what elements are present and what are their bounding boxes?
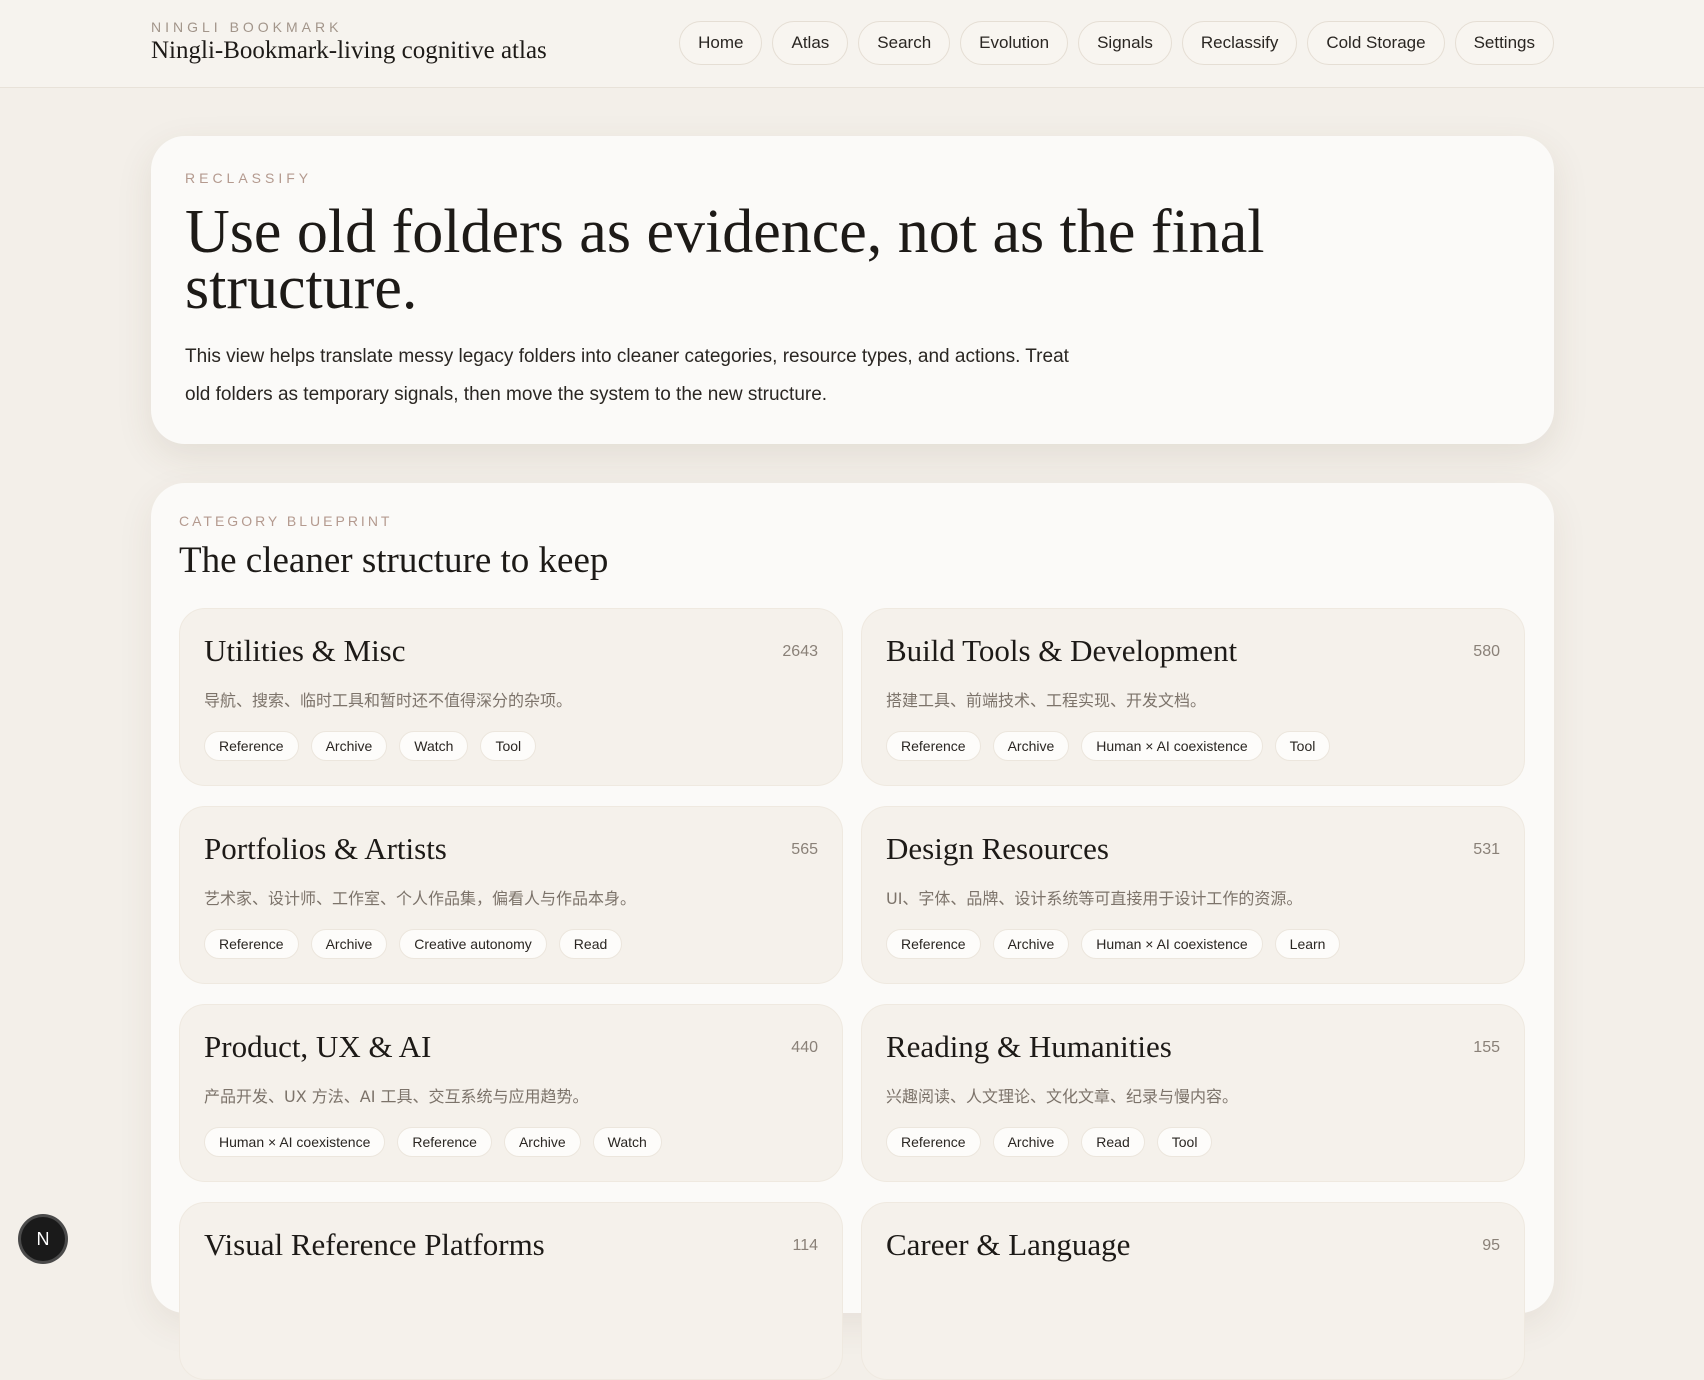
category-tags: Reference Archive Human × AI coexistence Le… (886, 929, 1500, 959)
category-count: 440 (791, 1039, 818, 1056)
category-tag[interactable]: Reference (886, 731, 981, 761)
category-card[interactable]: Career & Language 95 (861, 1202, 1525, 1380)
category-description: 导航、搜索、临时工具和暂时还不值得深分的杂项。 (204, 691, 573, 710)
category-blueprint-panel: CATEGORY BLUEPRINT The cleaner structure… (151, 483, 1554, 1380)
blueprint-kicker: CATEGORY BLUEPRINT (179, 513, 393, 529)
category-tag[interactable]: Archive (310, 929, 388, 959)
category-count: 95 (1482, 1237, 1500, 1254)
category-tag[interactable]: Human × AI coexistence (204, 1127, 386, 1157)
nav-signals[interactable]: Signals (1078, 21, 1172, 65)
category-tags: Reference Archive Creative autonomy Read (204, 929, 818, 959)
category-card[interactable]: Portfolios & Artists 565 艺术家、设计师、工作室、个人作品集… (179, 806, 843, 984)
category-tag[interactable]: Watch (399, 731, 469, 761)
category-tags: Reference Archive Read Tool (886, 1127, 1500, 1157)
category-tag[interactable]: Human × AI coexistence (1081, 929, 1263, 959)
category-description: 产品开发、UX 方法、AI 工具、交互系统与应用趋势。 (204, 1087, 589, 1106)
top-bar: NINGLI BOOKMARK Ningli-Bookmark-living c… (0, 0, 1704, 88)
category-title: Career & Language (886, 1227, 1131, 1262)
main-nav: Home Atlas Search Evolution Signals Recl… (679, 21, 1554, 65)
category-title: Visual Reference Platforms (204, 1227, 545, 1262)
nav-search[interactable]: Search (858, 21, 951, 65)
category-card[interactable]: Product, UX & AI 440 产品开发、UX 方法、AI 工具、交互系统… (179, 1004, 843, 1182)
category-count: 565 (791, 841, 818, 858)
category-tag[interactable]: Archive (992, 731, 1070, 761)
category-description: 艺术家、设计师、工作室、个人作品集，偏看人与作品本身。 (204, 889, 637, 908)
brand-kicker: NINGLI BOOKMARK (151, 19, 343, 35)
category-tag[interactable]: Tool (1274, 731, 1331, 761)
hero-kicker: RECLASSIFY (185, 170, 313, 186)
category-tag[interactable]: Archive (992, 1127, 1070, 1157)
nav-home[interactable]: Home (679, 21, 763, 65)
hero-panel: RECLASSIFY Use old folders as evidence, … (151, 136, 1554, 444)
category-tag[interactable]: Watch (592, 1127, 662, 1157)
category-tag[interactable]: Archive (992, 929, 1070, 959)
category-tag[interactable]: Creative autonomy (399, 929, 547, 959)
category-tag[interactable]: Human × AI coexistence (1081, 731, 1263, 761)
category-tag[interactable]: Read (558, 929, 623, 959)
category-title: Product, UX & AI (204, 1029, 432, 1064)
category-tag[interactable]: Archive (503, 1127, 581, 1157)
category-title: Reading & Humanities (886, 1029, 1172, 1064)
category-grid: Utilities & Misc 2643 导航、搜索、临时工具和暂时还不值得深分的… (179, 608, 1526, 1380)
category-title: Design Resources (886, 831, 1109, 866)
category-description: 搭建工具、前端技术、工程实现、开发文档。 (886, 691, 1207, 710)
category-tags: Human × AI coexistence Reference Archive Wa… (204, 1127, 818, 1157)
category-description: 兴趣阅读、人文理论、文化文章、纪录与慢内容。 (886, 1087, 1239, 1106)
hero-description: This view helps translate messy legacy f… (185, 346, 1069, 405)
category-count: 580 (1473, 643, 1500, 660)
category-tag[interactable]: Tool (480, 731, 537, 761)
category-card[interactable]: Reading & Humanities 155 兴趣阅读、人文理论、文化文章、纪录… (861, 1004, 1525, 1182)
category-description: UI、字体、品牌、设计系统等可直接用于设计工作的资源。 (886, 889, 1303, 908)
category-card[interactable]: Visual Reference Platforms 114 (179, 1202, 843, 1380)
category-tag[interactable]: Reference (886, 929, 981, 959)
nav-atlas[interactable]: Atlas (772, 21, 849, 65)
nav-reclassify[interactable]: Reclassify (1181, 21, 1298, 65)
category-tags: Reference Archive Human × AI coexistence To… (886, 731, 1500, 761)
nav-cold-storage[interactable]: Cold Storage (1307, 21, 1445, 65)
nav-settings[interactable]: Settings (1454, 21, 1554, 65)
nav-evolution[interactable]: Evolution (960, 21, 1069, 65)
category-count: 531 (1473, 841, 1500, 858)
dev-tools-badge[interactable]: N (21, 1217, 65, 1261)
blueprint-title: The cleaner structure to keep (179, 540, 609, 581)
category-tags: Reference Archive Watch Tool (204, 731, 818, 761)
category-title: Utilities & Misc (204, 633, 406, 668)
category-card[interactable]: Design Resources 531 UI、字体、品牌、设计系统等可直接用于设计… (861, 806, 1525, 984)
category-title: Portfolios & Artists (204, 831, 447, 866)
category-count: 114 (792, 1237, 818, 1254)
hero-title: Use old folders as evidence, not as the … (185, 198, 1265, 322)
category-tag[interactable]: Tool (1156, 1127, 1213, 1157)
category-tag[interactable]: Reference (886, 1127, 981, 1157)
category-tag[interactable]: Archive (310, 731, 388, 761)
category-tag[interactable]: Learn (1274, 929, 1341, 959)
category-tag[interactable]: Reference (204, 929, 299, 959)
category-card[interactable]: Utilities & Misc 2643 导航、搜索、临时工具和暂时还不值得深分的… (179, 608, 843, 786)
category-card[interactable]: Build Tools & Development 580 搭建工具、前端技术、工程… (861, 608, 1525, 786)
category-title: Build Tools & Development (886, 633, 1238, 668)
category-count: 2643 (782, 643, 818, 660)
category-tag[interactable]: Reference (397, 1127, 492, 1157)
category-tag[interactable]: Read (1081, 1127, 1145, 1157)
category-count: 155 (1473, 1039, 1500, 1056)
brand-title[interactable]: Ningli-Bookmark-living cognitive atlas (151, 37, 547, 65)
category-tag[interactable]: Reference (204, 731, 299, 761)
